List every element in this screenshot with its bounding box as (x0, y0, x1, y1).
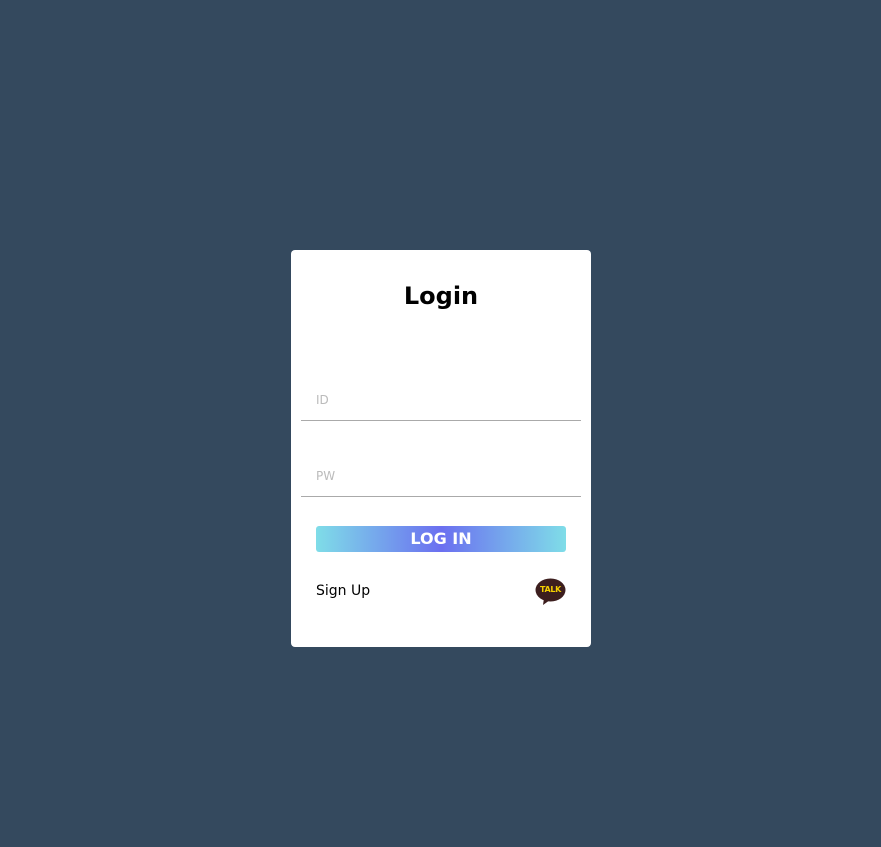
id-input[interactable] (316, 390, 566, 410)
pw-input[interactable] (316, 466, 566, 486)
kakao-talk-icon[interactable]: TALK (535, 578, 566, 606)
id-field[interactable] (301, 380, 581, 421)
kakao-badge-text: TALK (539, 585, 562, 594)
login-card: Login LOG IN Sign Up TALK (291, 250, 591, 647)
login-title: Login (403, 282, 479, 310)
pw-field[interactable] (301, 456, 581, 497)
login-button[interactable]: LOG IN (316, 526, 566, 552)
signup-link[interactable]: Sign Up (316, 583, 370, 599)
